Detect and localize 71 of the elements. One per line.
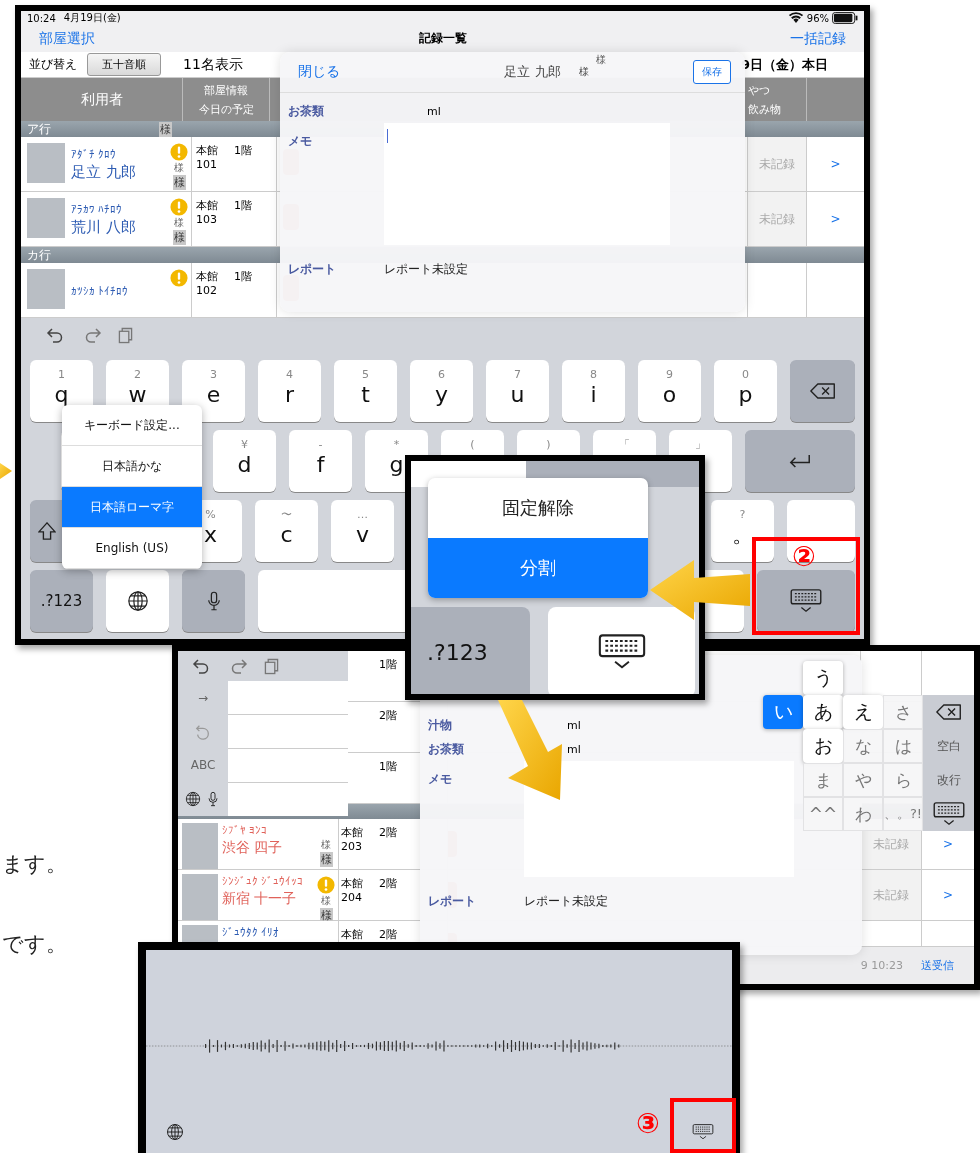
floor-text: 1階 — [234, 198, 252, 213]
room-number: 103 — [196, 213, 217, 226]
name-reading: ｼﾞｭｳﾀｸ ｲﾘｵ — [222, 926, 280, 939]
building-text: 本館 — [196, 143, 219, 158]
building-text: 本館 — [341, 876, 364, 891]
floor-text: 2階 — [379, 927, 397, 942]
field-label: メモ — [288, 133, 312, 150]
step-number: ② — [792, 543, 816, 571]
honorific-tag: 様 — [319, 852, 333, 867]
dialog-title: 足立 九郎 — [504, 63, 561, 81]
status-text: 未記録 — [759, 210, 795, 228]
unit-text: ml — [427, 104, 441, 118]
sort-label: 並び替え — [29, 56, 77, 74]
field-label: お茶類 — [428, 740, 464, 758]
section-title: カ行 — [27, 246, 51, 264]
report-value: レポート未設定 — [524, 892, 608, 910]
floor-text: 1階 — [379, 657, 397, 672]
sync-time: 9 10:23 — [860, 959, 903, 972]
field-label: メモ — [428, 771, 452, 788]
field-label: レポート — [428, 892, 476, 910]
honorific-label: 様 — [321, 894, 331, 908]
screen-title: 記録一覧 — [418, 30, 467, 48]
room-number: 101 — [196, 158, 217, 171]
floor-text: 1階 — [234, 143, 252, 158]
building-text: 本館 — [196, 198, 219, 213]
name-reading: ｼﾝｼﾞｭｸ ｼﾞｭｳｲｯｺ — [222, 875, 304, 888]
honorific-tag: 様 — [159, 122, 172, 137]
honorific-tag: 様 — [172, 175, 186, 190]
room-number: 102 — [196, 284, 217, 297]
unit-text: ml — [567, 742, 581, 756]
column-header: 部屋情報 — [204, 82, 248, 98]
name-reading: ｱﾗｶﾜ ﾊﾁﾛｳ — [71, 203, 123, 216]
field-label: お茶類 — [288, 102, 324, 120]
floor-text: 1階 — [379, 759, 397, 774]
honorific-label: 様 — [174, 161, 184, 175]
building-text: 本館 — [341, 927, 364, 942]
date-text: 9日（金）本日 — [740, 55, 828, 74]
building-text: 本館 — [341, 825, 364, 840]
floor-text: 2階 — [379, 876, 397, 891]
unit-text: ml — [567, 718, 581, 732]
honorific-tag: 様 — [172, 230, 186, 245]
honorific-label: 様 — [596, 53, 606, 67]
column-header: 今日の予定 — [198, 101, 254, 117]
floor-text: 2階 — [379, 825, 397, 840]
battery-percent: 96% — [806, 12, 829, 24]
floor-text: 1階 — [234, 269, 252, 284]
field-label: レポート — [288, 260, 336, 278]
room-number: 204 — [341, 891, 362, 904]
report-value: レポート未設定 — [384, 260, 468, 278]
name-reading: ｱﾀﾞﾁ ｸﾛｳ — [71, 148, 117, 161]
column-header: やつ — [748, 82, 770, 98]
caption-text: ます。 — [2, 851, 67, 878]
room-number: 203 — [341, 840, 362, 853]
floor-text: 2階 — [379, 708, 397, 723]
step-number: ③ — [636, 1110, 660, 1138]
name-reading: ｼﾌﾞﾔ ﾖﾝｺ — [222, 824, 268, 837]
name-reading: ｶﾂｼｶ ﾄｲﾁﾛｳ — [71, 284, 129, 298]
status-text: 未記録 — [759, 155, 795, 173]
count-text: 11名表示 — [183, 55, 243, 74]
section-title: ア行 — [27, 120, 51, 138]
status-text: 未記録 — [873, 886, 909, 904]
field-label: 汁物 — [428, 716, 452, 734]
status-date: 4月19日(金) — [63, 11, 121, 25]
honorific-label: 様 — [321, 838, 331, 852]
caption-text: です。 — [2, 931, 67, 958]
honorific-label: 様 — [174, 216, 184, 230]
status-text: 未記録 — [873, 835, 909, 853]
column-header: 飲み物 — [748, 101, 781, 117]
building-text: 本館 — [196, 269, 219, 284]
honorific-label: 様 — [578, 65, 589, 79]
status-time: 10:24 — [27, 12, 56, 24]
